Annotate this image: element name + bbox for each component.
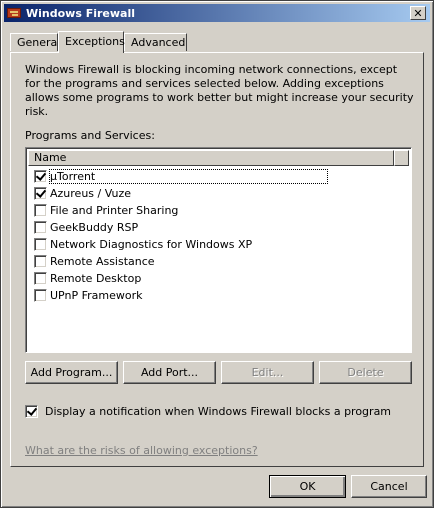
add-program-button[interactable]: Add Program...	[25, 361, 118, 384]
list-item[interactable]: Remote Desktop	[28, 270, 408, 287]
item-label: µTorrent	[48, 169, 329, 184]
ok-button[interactable]: OK	[269, 475, 346, 498]
tab-general[interactable]: General	[10, 33, 60, 51]
notify-checkbox[interactable]	[25, 405, 38, 418]
programs-list[interactable]: Name µTorrent Azureus / Vuze File and Prin…	[25, 147, 412, 353]
item-checkbox[interactable]	[34, 255, 47, 268]
item-label: Remote Desktop	[50, 272, 142, 285]
window-title: Windows Firewall	[26, 6, 136, 20]
item-label: File and Printer Sharing	[50, 204, 179, 217]
add-port-button[interactable]: Add Port...	[123, 361, 216, 384]
notify-label[interactable]: Display a notification when Windows Fire…	[45, 405, 391, 418]
column-header-name[interactable]: Name	[28, 150, 394, 166]
list-item[interactable]: Remote Assistance	[28, 253, 408, 270]
list-item[interactable]: Azureus / Vuze	[28, 185, 408, 202]
item-checkbox[interactable]	[34, 238, 47, 251]
item-checkbox[interactable]	[34, 221, 47, 234]
item-checkbox[interactable]	[34, 170, 47, 183]
list-item[interactable]: GeekBuddy RSP	[28, 219, 408, 236]
cancel-button[interactable]: Cancel	[351, 475, 427, 498]
description-text: Windows Firewall is blocking incoming ne…	[25, 63, 414, 118]
item-checkbox[interactable]	[34, 187, 47, 200]
item-label: Network Diagnostics for Windows XP	[50, 238, 253, 251]
list-item[interactable]: File and Printer Sharing	[28, 202, 408, 219]
item-checkbox[interactable]	[34, 272, 47, 285]
delete-button[interactable]: Delete	[319, 361, 412, 384]
list-item[interactable]: Network Diagnostics for Windows XP	[28, 236, 408, 253]
list-item[interactable]: µTorrent	[28, 168, 408, 185]
tab-exceptions[interactable]: Exceptions	[58, 31, 125, 53]
item-checkbox[interactable]	[34, 204, 47, 217]
programs-services-label: Programs and Services:	[25, 129, 155, 142]
item-label: Azureus / Vuze	[50, 187, 132, 200]
item-label: Remote Assistance	[50, 255, 155, 268]
item-checkbox[interactable]	[34, 289, 47, 302]
close-button[interactable]: ✕	[410, 6, 426, 20]
list-rows: µTorrent Azureus / Vuze File and Printer S…	[28, 168, 408, 304]
notify-option: Display a notification when Windows Fire…	[25, 405, 391, 418]
edit-button[interactable]: Edit...	[221, 361, 314, 384]
list-item[interactable]: UPnP Framework	[28, 287, 408, 304]
title-bar[interactable]: Windows Firewall ✕	[4, 4, 430, 22]
column-header-filler	[394, 150, 409, 166]
risks-help-link[interactable]: What are the risks of allowing exception…	[25, 444, 258, 457]
item-label: UPnP Framework	[50, 289, 143, 302]
firewall-brick-icon	[7, 6, 21, 20]
tab-advanced[interactable]: Advanced	[124, 33, 187, 51]
item-label: GeekBuddy RSP	[50, 221, 139, 234]
windows-firewall-dialog: Windows Firewall ✕ General Exceptions Ad…	[0, 0, 434, 508]
